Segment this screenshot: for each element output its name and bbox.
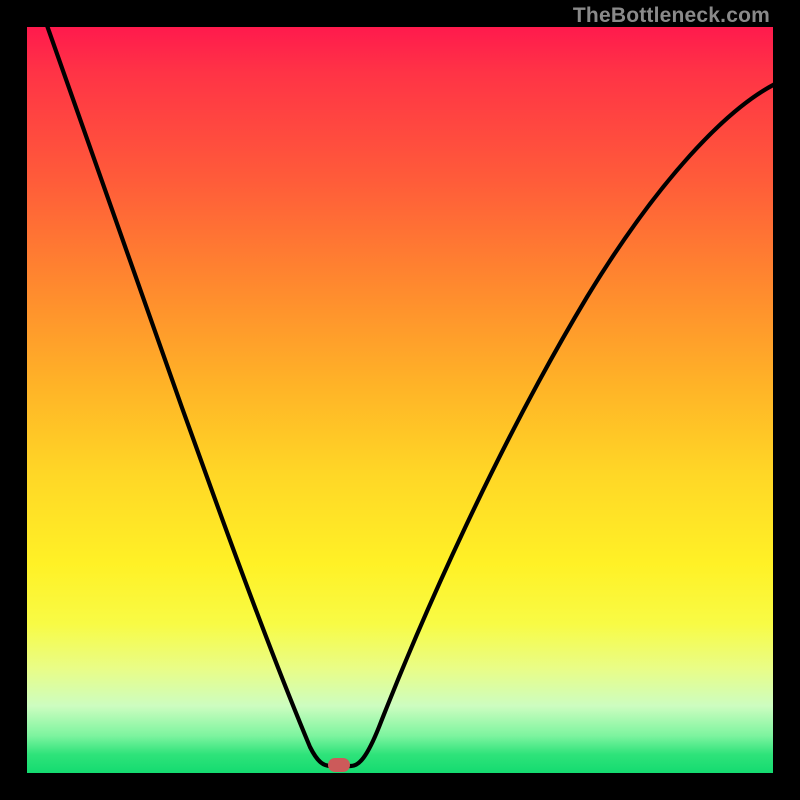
plot-area <box>27 27 773 773</box>
watermark-label: TheBottleneck.com <box>573 4 770 28</box>
chart-frame: TheBottleneck.com <box>0 0 800 800</box>
bottleneck-curve <box>27 27 773 773</box>
valley-marker <box>328 758 350 772</box>
